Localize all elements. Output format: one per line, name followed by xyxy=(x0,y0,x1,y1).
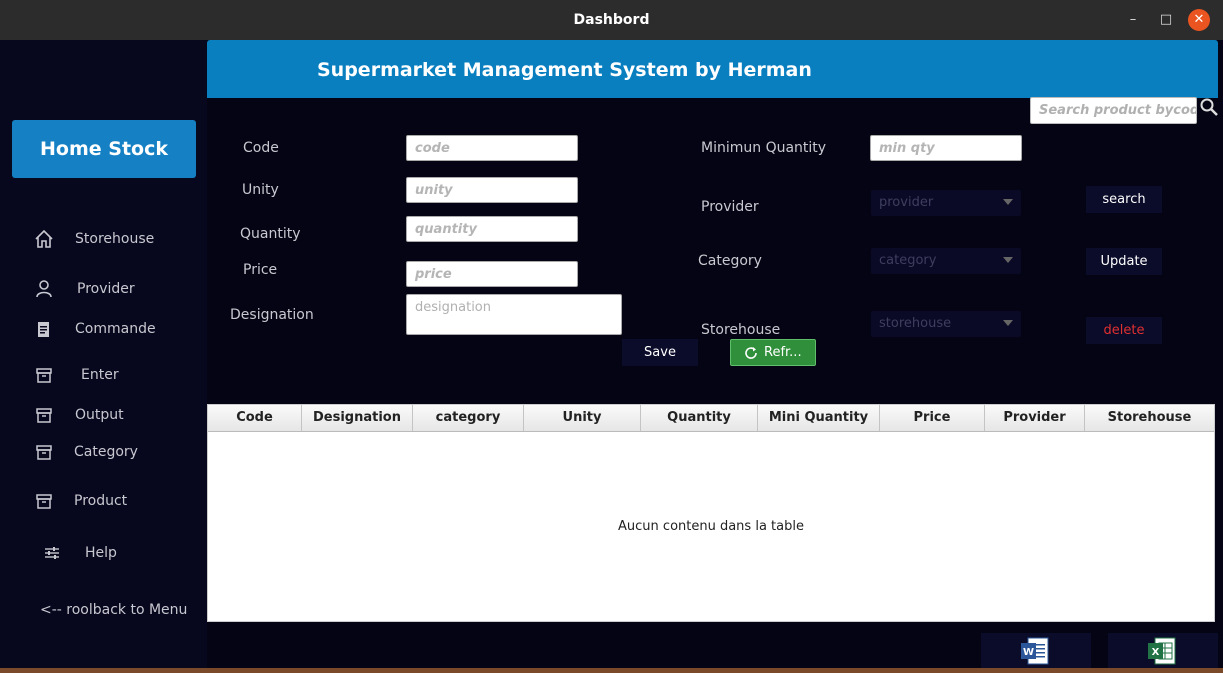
maximize-icon[interactable]: □ xyxy=(1155,9,1177,31)
price-input[interactable]: price xyxy=(406,261,578,287)
export-word-button[interactable]: W xyxy=(981,633,1091,668)
sidebar-item-label: Storehouse xyxy=(75,231,155,247)
sidebar-item-product[interactable]: Product xyxy=(0,487,207,515)
sidebar-item-provider[interactable]: Provider xyxy=(0,275,207,303)
min-qty-label: Minimun Quantity xyxy=(701,140,827,156)
sidebar-item-label: Category xyxy=(74,444,138,460)
code-label: Code xyxy=(243,140,279,156)
price-label: Price xyxy=(243,262,278,278)
chevron-down-icon xyxy=(1003,320,1013,326)
window-titlebar: Dashbord – □ ✕ xyxy=(0,0,1223,40)
refresh-label: Refr... xyxy=(764,345,802,360)
sidebar-item-commande[interactable]: Commande xyxy=(0,315,207,343)
min-qty-input[interactable]: min qty xyxy=(870,135,1022,161)
unity-label: Unity xyxy=(242,182,279,198)
sidebar-item-storehouse[interactable]: Storehouse xyxy=(0,225,207,253)
sidebar-item-label: Product xyxy=(74,493,128,509)
category-label: Category xyxy=(698,253,762,269)
refresh-icon xyxy=(745,347,757,359)
save-button[interactable]: Save xyxy=(622,339,698,366)
archive-icon xyxy=(36,368,52,383)
update-button[interactable]: Update xyxy=(1086,248,1162,275)
designation-input[interactable]: designation xyxy=(406,294,622,335)
excel-doc-icon: X xyxy=(1148,637,1176,665)
provider-select[interactable]: provider xyxy=(871,190,1021,216)
svg-text:W: W xyxy=(1023,647,1034,658)
word-doc-icon: W xyxy=(1021,637,1049,665)
column-header-code[interactable]: Code xyxy=(208,405,302,431)
sidebar-item-label: Commande xyxy=(75,321,156,337)
home-stock-button[interactable]: Home Stock xyxy=(12,120,196,178)
provider-select-value: provider xyxy=(879,195,934,210)
user-icon xyxy=(36,280,52,298)
product-table: Code Designation category Unity Quantity… xyxy=(207,404,1215,622)
sidebar-item-category[interactable]: Category xyxy=(0,438,207,466)
window-title: Dashbord xyxy=(573,12,650,28)
search-input[interactable]: Search product bycode xyxy=(1030,97,1197,124)
column-header-storehouse[interactable]: Storehouse xyxy=(1085,405,1214,431)
sidebar-item-output[interactable]: Output xyxy=(0,401,207,429)
search-button[interactable]: search xyxy=(1086,186,1162,213)
quantity-label: Quantity xyxy=(240,226,301,242)
storehouse-label: Storehouse xyxy=(701,322,781,338)
sidebar-item-enter[interactable]: Enter xyxy=(0,361,207,389)
archive-icon xyxy=(36,408,52,423)
archive-icon xyxy=(36,445,52,460)
storehouse-select[interactable]: storehouse xyxy=(871,311,1021,337)
sidebar-item-label: Provider xyxy=(77,281,135,297)
page-header: Supermarket Management System by Herman xyxy=(207,40,1218,98)
sidebar-item-label: Help xyxy=(85,545,117,561)
export-excel-button[interactable]: X xyxy=(1108,633,1218,668)
delete-button[interactable]: delete xyxy=(1086,317,1162,344)
table-header: Code Designation category Unity Quantity… xyxy=(208,405,1214,432)
chevron-down-icon xyxy=(1003,199,1013,205)
sidebar-item-label: Output xyxy=(75,407,124,423)
sidebar-item-help[interactable]: Help xyxy=(0,539,207,567)
sidebar-item-label: Enter xyxy=(81,367,119,383)
search-icon[interactable] xyxy=(1199,97,1219,117)
designation-label: Designation xyxy=(230,307,314,323)
rollback-link[interactable]: <-- roolback to Menu xyxy=(40,602,187,618)
clipboard-icon xyxy=(38,322,49,337)
sliders-icon xyxy=(45,547,59,559)
storehouse-select-value: storehouse xyxy=(879,316,952,331)
unity-input[interactable]: unity xyxy=(406,177,578,203)
sidebar: Home Stock Storehouse Provider Commande … xyxy=(0,40,207,668)
category-select-value: category xyxy=(879,253,937,268)
refresh-button[interactable]: Refr... xyxy=(730,339,816,366)
home-icon xyxy=(35,229,53,248)
column-header-unity[interactable]: Unity xyxy=(524,405,641,431)
close-icon[interactable]: ✕ xyxy=(1188,9,1210,31)
column-header-provider[interactable]: Provider xyxy=(985,405,1085,431)
quantity-input[interactable]: quantity xyxy=(406,216,578,242)
code-input[interactable]: code xyxy=(406,135,578,161)
category-select[interactable]: category xyxy=(871,248,1021,274)
svg-text:X: X xyxy=(1152,647,1160,658)
page-title: Supermarket Management System by Herman xyxy=(317,59,812,81)
minimize-icon[interactable]: – xyxy=(1122,9,1144,31)
chevron-down-icon xyxy=(1003,257,1013,263)
column-header-designation[interactable]: Designation xyxy=(302,405,413,431)
column-header-category[interactable]: category xyxy=(413,405,524,431)
column-header-quantity[interactable]: Quantity xyxy=(641,405,758,431)
column-header-price[interactable]: Price xyxy=(880,405,985,431)
provider-label: Provider xyxy=(701,199,759,215)
table-empty-message: Aucun contenu dans la table xyxy=(618,519,804,534)
column-header-mini-quantity[interactable]: Mini Quantity xyxy=(758,405,880,431)
app-window: Home Stock Storehouse Provider Commande … xyxy=(0,40,1223,668)
archive-icon xyxy=(36,494,52,509)
